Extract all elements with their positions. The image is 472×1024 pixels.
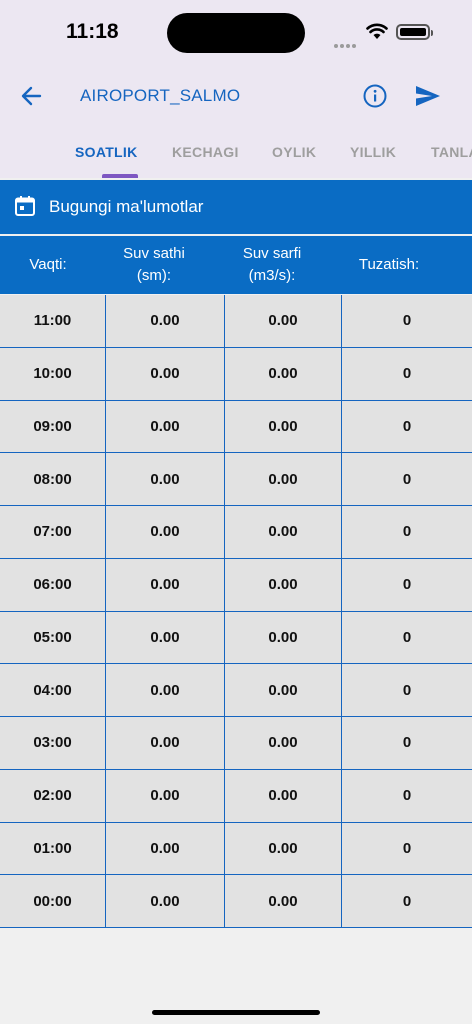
cell-correction: 0	[402, 523, 412, 541]
app-bar: AIROPORT_SALMO	[0, 72, 472, 120]
column-header-suv-sathi: Suv sathi (sm):	[123, 245, 185, 284]
cell-water-flow: 0.00	[225, 769, 342, 822]
cell-water-flow: 0.00	[225, 875, 342, 927]
cell-water-level: 0.00	[106, 717, 225, 769]
cell-water-flow: 0.00	[225, 295, 342, 347]
battery-icon	[396, 24, 433, 40]
cell-time: 04:00	[0, 664, 106, 716]
cell-water-flow: 0.00	[225, 400, 342, 453]
cell-water-level: 0.00	[106, 453, 225, 505]
cell-time: 02:00	[0, 769, 106, 822]
section-header: Bugungi ma'lumotlar	[0, 180, 472, 234]
cell-water-level: 0.00	[106, 295, 225, 347]
table-row: 00:00 0.00 0.00 0	[0, 875, 472, 928]
cell-water-flow: 0.00	[225, 347, 342, 400]
cell-correction: 0	[402, 365, 412, 383]
table-row: 10:00 0.00 0.00 0	[0, 347, 472, 401]
cell-correction: 0	[402, 839, 412, 857]
cell-correction: 0	[402, 312, 412, 330]
cell-correction: 0	[402, 628, 412, 646]
info-icon[interactable]	[362, 83, 388, 109]
tab-indicator	[102, 174, 138, 178]
cell-water-flow: 0.00	[225, 453, 342, 505]
home-indicator	[152, 1010, 320, 1015]
cell-correction: 0	[402, 787, 412, 805]
cell-time: 05:00	[0, 611, 106, 664]
cell-correction: 0	[402, 576, 412, 594]
cell-time: 00:00	[0, 875, 106, 927]
data-table: 11:00 0.00 0.00 0 10:00 0.00 0.00 0 09:00 0.00 0.0…	[0, 295, 472, 928]
cell-time: 06:00	[0, 558, 106, 611]
cell-water-level: 0.00	[106, 664, 225, 716]
table-row: 02:00 0.00 0.00 0	[0, 769, 472, 823]
cell-water-level: 0.00	[106, 769, 225, 822]
cell-correction: 0	[402, 892, 412, 910]
cell-water-flow: 0.00	[225, 506, 342, 558]
table-row: 04:00 0.00 0.00 0	[0, 664, 472, 717]
tab-kechagi[interactable]: KECHAGI	[172, 144, 239, 160]
cell-time: 08:00	[0, 453, 106, 505]
cell-water-flow: 0.00	[225, 822, 342, 875]
tab-yillik[interactable]: YILLIK	[350, 144, 396, 160]
cell-water-flow: 0.00	[225, 558, 342, 611]
cell-water-level: 0.00	[106, 400, 225, 453]
cell-correction: 0	[402, 734, 412, 752]
column-header-tuzatish: Tuzatish:	[358, 256, 420, 273]
dynamic-island	[167, 13, 305, 53]
cell-water-level: 0.00	[106, 506, 225, 558]
page-title: AIROPORT_SALMO	[80, 86, 241, 105]
top-area: 11:18 AIROPORT_SALMO SOATLIK KECHAGI OYL…	[0, 0, 472, 178]
cell-water-level: 0.00	[106, 558, 225, 611]
table-row: 03:00 0.00 0.00 0	[0, 717, 472, 770]
wifi-icon	[366, 23, 388, 39]
cell-water-level: 0.00	[106, 611, 225, 664]
table-row: 07:00 0.00 0.00 0	[0, 506, 472, 559]
table-header: Vaqti: Suv sathi (sm): Suv sarfi (m3/s):…	[0, 236, 472, 294]
table-row: 01:00 0.00 0.00 0	[0, 822, 472, 876]
cell-water-level: 0.00	[106, 347, 225, 400]
cell-time: 10:00	[0, 347, 106, 400]
cellular-signal-icon	[334, 35, 358, 53]
arrow-left-icon[interactable]	[16, 82, 46, 110]
cell-water-flow: 0.00	[225, 717, 342, 769]
cell-water-flow: 0.00	[225, 664, 342, 716]
send-icon[interactable]	[414, 84, 442, 108]
tab-oylik[interactable]: OYLIK	[272, 144, 316, 160]
column-header-vaqti: Vaqti:	[29, 256, 67, 273]
calendar-icon	[15, 196, 35, 216]
cell-time: 09:00	[0, 400, 106, 453]
tab-soatlik[interactable]: SOATLIK	[75, 144, 138, 160]
cell-correction: 0	[402, 417, 412, 435]
cell-correction: 0	[402, 681, 412, 699]
table-row: 09:00 0.00 0.00 0	[0, 400, 472, 454]
cell-water-level: 0.00	[106, 822, 225, 875]
status-time: 11:18	[66, 20, 119, 43]
cell-water-level: 0.00	[106, 875, 225, 927]
column-header-suv-sarfi: Suv sarfi (m3/s):	[242, 245, 302, 284]
status-bar: 11:18	[0, 0, 472, 64]
cell-time: 11:00	[0, 295, 106, 347]
table-row: 11:00 0.00 0.00 0	[0, 295, 472, 348]
table-row: 08:00 0.00 0.00 0	[0, 453, 472, 506]
table-row: 06:00 0.00 0.00 0	[0, 558, 472, 612]
tab-tanla[interactable]: TANLA	[431, 144, 472, 160]
cell-time: 03:00	[0, 717, 106, 769]
tab-bar: SOATLIK KECHAGI OYLIK YILLIK TANLA	[0, 130, 472, 178]
table-row: 05:00 0.00 0.00 0	[0, 611, 472, 665]
cell-time: 07:00	[0, 506, 106, 558]
cell-time: 01:00	[0, 822, 106, 875]
cell-correction: 0	[402, 470, 412, 488]
cell-water-flow: 0.00	[225, 611, 342, 664]
section-title: Bugungi ma'lumotlar	[49, 197, 204, 216]
